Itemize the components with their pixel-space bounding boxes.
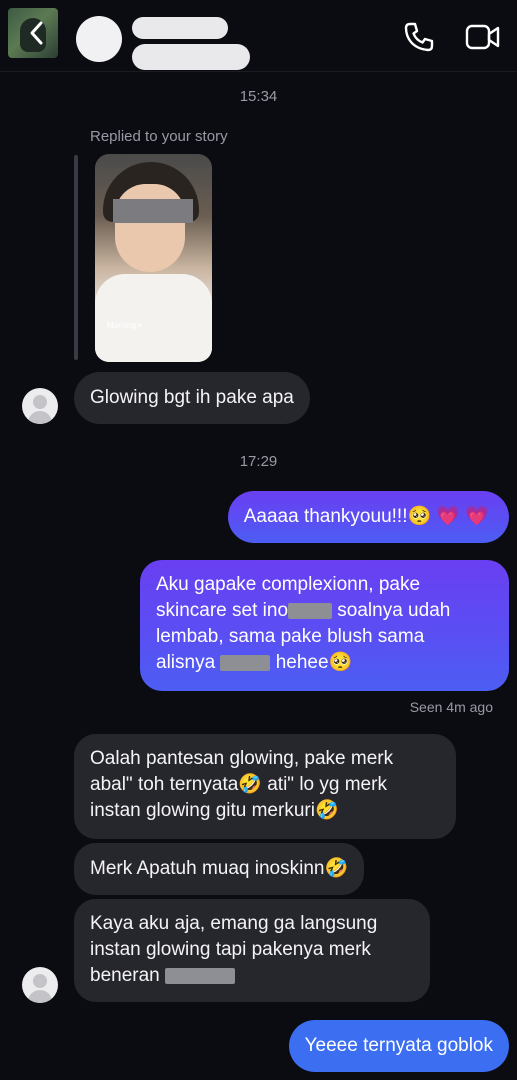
outgoing-message[interactable]: Aaaaa thankyouu!!!🥺 💗 💗 xyxy=(227,491,509,543)
message-text: Yeeee ternyata goblok xyxy=(304,1035,493,1056)
chat-header xyxy=(0,0,517,72)
message-text: Merk Apatuh muaq inoskinn🤣 xyxy=(90,858,349,879)
reply-indicator-line xyxy=(74,155,78,360)
message-text-line: skincare set ino soalnya udah xyxy=(156,600,451,621)
timestamp: 15:34 xyxy=(239,88,278,105)
incoming-message[interactable]: Kaya aku aja, emang ga langsung instan g… xyxy=(74,899,430,1002)
timestamp: 17:29 xyxy=(239,453,278,470)
message-text: Aaaaa thankyouu!!!🥺 💗 💗 xyxy=(243,506,489,527)
contact-avatar[interactable] xyxy=(22,388,58,424)
outgoing-message[interactable]: Aku gapake complexionn, pake skincare se… xyxy=(140,560,509,691)
message-text-line: instan glowing tapi pakenya merk xyxy=(90,939,371,960)
incoming-message[interactable]: Glowing bgt ih pake apa xyxy=(74,372,310,424)
contact-avatar-redacted[interactable] xyxy=(76,16,122,62)
redacted-word xyxy=(220,654,271,671)
redacted-word xyxy=(165,967,236,984)
message-text: Glowing bgt ih pake apa xyxy=(90,387,294,408)
phone-icon[interactable] xyxy=(402,20,436,54)
message-text-line: Oalah pantesan glowing, pake merk xyxy=(90,748,394,769)
chevron-left-icon xyxy=(30,21,43,45)
contact-name-redacted[interactable] xyxy=(132,17,228,39)
message-text-line: Aku gapake complexionn, pake xyxy=(156,574,421,595)
outgoing-message[interactable]: Yeeee ternyata goblok xyxy=(288,1020,509,1072)
contact-username-redacted[interactable] xyxy=(132,44,250,70)
video-camera-icon[interactable] xyxy=(464,20,502,54)
story-caption: Morning☀ xyxy=(107,321,144,330)
message-text-line: lembab, sama pake blush sama xyxy=(156,626,425,647)
eye-censor-bar xyxy=(113,199,193,223)
message-text-line: abal" toh ternyata🤣 ati" lo yg merk xyxy=(90,774,387,795)
contact-avatar[interactable] xyxy=(22,967,58,1003)
redacted-brand xyxy=(288,602,333,619)
story-thumbnail[interactable]: Morning☀ xyxy=(95,154,212,362)
incoming-message[interactable]: Merk Apatuh muaq inoskinn🤣 xyxy=(74,843,365,895)
message-text-line: alisnya hehee🥺 xyxy=(156,652,353,673)
seen-status: Seen 4m ago xyxy=(409,699,493,715)
message-text-line: beneran xyxy=(90,963,414,989)
message-text-line: instan glowing gitu merkuri🤣 xyxy=(90,800,339,821)
back-button[interactable] xyxy=(8,8,58,58)
story-reply-label: Replied to your story xyxy=(90,128,228,145)
message-text-line: Kaya aku aja, emang ga langsung xyxy=(90,913,378,934)
incoming-message[interactable]: Oalah pantesan glowing, pake merk abal" … xyxy=(74,734,456,839)
